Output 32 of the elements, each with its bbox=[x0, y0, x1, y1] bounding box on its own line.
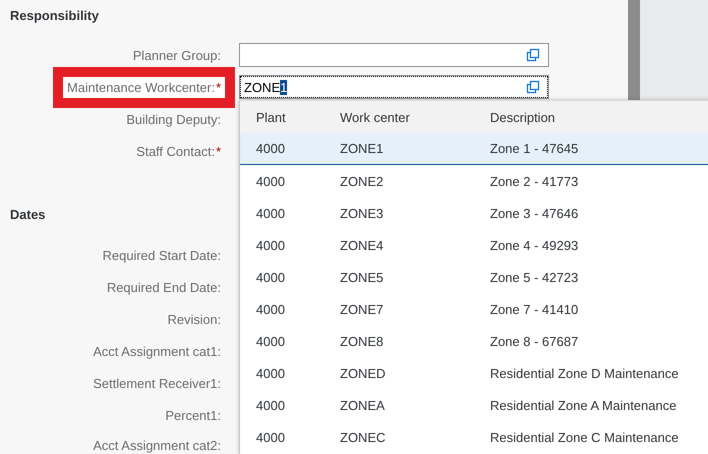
field-label: Building Deputy: bbox=[126, 112, 221, 126]
suggestion-row[interactable]: 4000 ZONEC Residential Zone C Maintenance bbox=[240, 421, 708, 453]
suggestion-row[interactable]: 4000 ZONE5 Zone 5 - 42723 bbox=[240, 261, 708, 293]
suggestion-row[interactable]: 4000 ZONEA Residential Zone A Maintenance bbox=[240, 389, 708, 421]
field-label: Acct Assignment cat2: bbox=[93, 438, 221, 452]
suggestion-row[interactable]: 4000 ZONE2 Zone 2 - 41773 bbox=[240, 165, 708, 197]
value-help-icon[interactable] bbox=[526, 80, 540, 94]
suggestion-row[interactable]: 4000 ZONE1 Zone 1 - 47645 bbox=[240, 133, 708, 165]
field-label: Settlement Receiver1: bbox=[93, 376, 221, 390]
input-field[interactable]: ZONE1 bbox=[239, 75, 549, 99]
column-header: Plant bbox=[255, 110, 287, 124]
field-label: Percent1: bbox=[165, 408, 221, 422]
field-label: Maintenance Workcenter: bbox=[67, 80, 215, 94]
input-field[interactable] bbox=[239, 43, 549, 67]
column-header: Work center bbox=[340, 110, 411, 124]
suggestion-row[interactable]: 4000 ZONE4 Zone 4 - 49293 bbox=[240, 229, 708, 261]
field-label: Staff Contact: bbox=[136, 144, 215, 158]
field-label: Revision: bbox=[168, 312, 221, 326]
column-header: Description bbox=[490, 110, 556, 124]
field-label: Required End Date: bbox=[106, 280, 221, 294]
required-marker: * bbox=[216, 144, 221, 158]
field-label: Planner Group: bbox=[132, 48, 221, 62]
suggestion-row[interactable]: 4000 ZONE8 Zone 8 - 67687 bbox=[240, 325, 708, 357]
field-label: Required Start Date: bbox=[102, 248, 221, 262]
section-heading: Dates bbox=[10, 206, 46, 224]
section-heading: Responsibility bbox=[10, 7, 99, 25]
suggestion-row[interactable]: 4000 ZONE7 Zone 7 - 41410 bbox=[240, 293, 708, 325]
field-label: Acct Assignment cat1: bbox=[93, 344, 221, 358]
value-help-icon[interactable] bbox=[526, 48, 540, 62]
suggestion-row[interactable]: 4000 ZONED Residential Zone D Maintenance bbox=[240, 357, 708, 389]
required-marker: * bbox=[216, 80, 221, 94]
suggestion-row[interactable]: 4000 ZONE3 Zone 3 - 47646 bbox=[240, 197, 708, 229]
